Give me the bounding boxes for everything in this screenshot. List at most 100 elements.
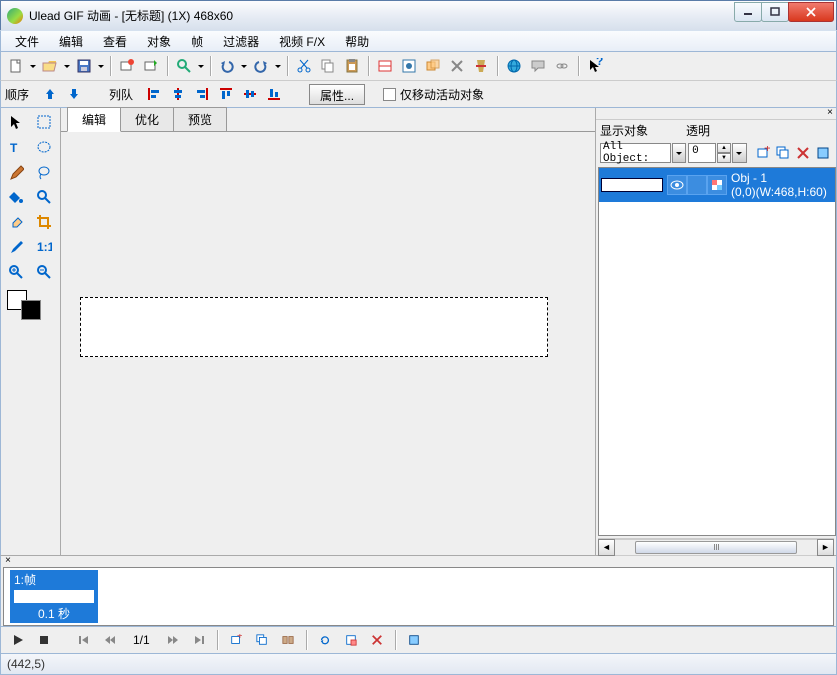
scroll-left-icon[interactable]: ◄	[598, 539, 615, 556]
trace-button[interactable]	[374, 55, 396, 77]
move-active-checkbox[interactable]: 仅移动活动对象	[383, 86, 484, 103]
delete-frame-button[interactable]	[366, 630, 388, 650]
menu-frame[interactable]: 帧	[181, 31, 213, 52]
bucket-tool[interactable]	[3, 185, 29, 209]
lasso-tool[interactable]	[31, 160, 57, 184]
menu-videofx[interactable]: 视频 F/X	[269, 31, 335, 52]
align-right-button[interactable]	[191, 83, 213, 105]
zoom-tool[interactable]	[31, 185, 57, 209]
frame-item[interactable]: 1:帧 0.1 秒	[10, 570, 98, 623]
first-frame-button[interactable]	[73, 630, 95, 650]
prev-frame-button[interactable]	[99, 630, 121, 650]
menu-file[interactable]: 文件	[5, 31, 49, 52]
redo-button[interactable]	[250, 55, 272, 77]
framestrip-close-icon[interactable]: ×	[5, 556, 11, 567]
canvas-area[interactable]	[61, 132, 595, 555]
canvas[interactable]	[80, 297, 548, 357]
save-button[interactable]	[73, 55, 95, 77]
scroll-right-icon[interactable]: ►	[817, 539, 834, 556]
align-left-button[interactable]	[143, 83, 165, 105]
order-down-button[interactable]	[63, 83, 85, 105]
text-tool[interactable]: T	[3, 135, 29, 159]
selection-tool[interactable]	[31, 110, 57, 134]
save-dropdown[interactable]	[97, 55, 105, 77]
menu-edit[interactable]: 编辑	[49, 31, 93, 52]
crop-tool[interactable]	[31, 210, 57, 234]
transparent-input[interactable]: 0	[688, 143, 716, 163]
loop-button[interactable]	[314, 630, 336, 650]
tween-frame-button[interactable]	[277, 630, 299, 650]
show-objects-select[interactable]: All Object:	[600, 143, 671, 163]
align-center-button[interactable]	[167, 83, 189, 105]
open-button[interactable]	[39, 55, 61, 77]
menu-filter[interactable]: 过滤器	[213, 31, 269, 52]
menu-view[interactable]: 查看	[93, 31, 137, 52]
brush-tool[interactable]	[3, 160, 29, 184]
minimize-button[interactable]	[734, 2, 762, 22]
visibility-icon[interactable]	[667, 175, 687, 195]
panel-close-icon[interactable]: ×	[824, 108, 836, 119]
wizard2-button[interactable]	[140, 55, 162, 77]
stop-button[interactable]	[33, 630, 55, 650]
tab-optimize[interactable]: 优化	[120, 107, 174, 131]
paste-button[interactable]	[341, 55, 363, 77]
layer-type-icon[interactable]	[707, 175, 727, 195]
frame-props-button[interactable]	[340, 630, 362, 650]
close-button[interactable]	[788, 2, 834, 22]
properties-button[interactable]: 属性...	[309, 84, 365, 105]
eraser-tool[interactable]	[3, 210, 29, 234]
zoom-out-tool[interactable]	[31, 260, 57, 284]
magnify-button[interactable]	[173, 55, 195, 77]
tab-edit[interactable]: 编辑	[67, 107, 121, 132]
merge-button[interactable]	[422, 55, 444, 77]
menu-help[interactable]: 帮助	[335, 31, 379, 52]
eyedropper-tool[interactable]	[3, 235, 29, 259]
actual-size-tool[interactable]: 1:1	[31, 235, 57, 259]
menu-object[interactable]: 对象	[137, 31, 181, 52]
zoom-in-tool[interactable]	[3, 260, 29, 284]
ellipse-select-tool[interactable]	[31, 135, 57, 159]
web-button[interactable]	[503, 55, 525, 77]
maximize-button[interactable]	[761, 2, 789, 22]
magnify-dropdown[interactable]	[197, 55, 205, 77]
align-middle-button[interactable]	[239, 83, 261, 105]
transparent-slider[interactable]	[732, 143, 747, 163]
background-color[interactable]	[21, 300, 41, 320]
duplicate-object-icon[interactable]	[774, 143, 792, 163]
cleanup-button[interactable]	[470, 55, 492, 77]
order-up-button[interactable]	[39, 83, 61, 105]
duplicate-frame-button[interactable]	[251, 630, 273, 650]
cut-button[interactable]	[293, 55, 315, 77]
help-pointer-button[interactable]: ?	[584, 55, 606, 77]
next-frame-button[interactable]	[162, 630, 184, 650]
link-button[interactable]	[551, 55, 573, 77]
objects-hscroll[interactable]: ◄ ►	[598, 538, 834, 555]
color-swatches[interactable]	[7, 290, 43, 322]
optimize-button[interactable]	[398, 55, 420, 77]
global-info-button[interactable]	[403, 630, 425, 650]
last-frame-button[interactable]	[188, 630, 210, 650]
lock-icon[interactable]	[687, 175, 707, 195]
object-item[interactable]: Obj - 1 (0,0)(W:468,H:60)	[599, 168, 835, 202]
add-frame-button[interactable]: +	[225, 630, 247, 650]
transparent-spinner[interactable]: ▲▼	[717, 143, 731, 163]
show-objects-dropdown[interactable]	[672, 143, 687, 163]
tab-preview[interactable]: 预览	[173, 107, 227, 131]
align-top-button[interactable]	[215, 83, 237, 105]
open-dropdown[interactable]	[63, 55, 71, 77]
copy-button[interactable]	[317, 55, 339, 77]
object-props-icon[interactable]	[814, 143, 832, 163]
undo-button[interactable]	[216, 55, 238, 77]
new-dropdown[interactable]	[29, 55, 37, 77]
breaklink-button[interactable]	[446, 55, 468, 77]
new-button[interactable]	[5, 55, 27, 77]
align-bottom-button[interactable]	[263, 83, 285, 105]
wizard1-button[interactable]	[116, 55, 138, 77]
pointer-tool[interactable]	[3, 110, 29, 134]
delete-object-icon[interactable]	[794, 143, 812, 163]
add-object-icon[interactable]: +	[754, 143, 772, 163]
undo-dropdown[interactable]	[240, 55, 248, 77]
chat-button[interactable]	[527, 55, 549, 77]
redo-dropdown[interactable]	[274, 55, 282, 77]
play-button[interactable]	[7, 630, 29, 650]
